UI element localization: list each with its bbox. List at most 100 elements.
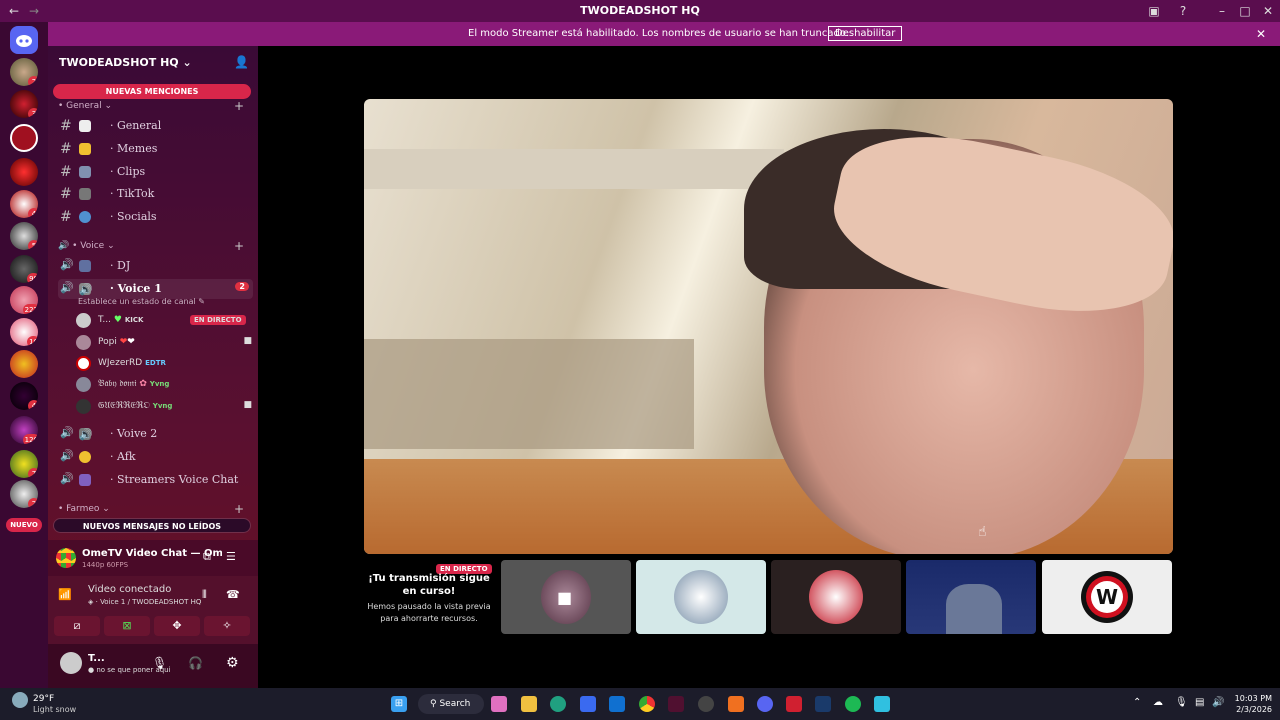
video-app-icon[interactable] xyxy=(786,696,802,712)
maximize-icon[interactable]: □ xyxy=(1237,3,1253,19)
voice-user-3[interactable]: WJezerRD EDTR xyxy=(76,355,252,373)
add-voice-channel-icon[interactable]: + xyxy=(234,239,244,253)
share-screen-button[interactable]: ⊠ xyxy=(104,616,150,636)
server-icon-3[interactable] xyxy=(10,124,38,152)
wall-shadow xyxy=(364,339,694,449)
copilot-icon[interactable] xyxy=(491,696,507,712)
artstation-icon[interactable] xyxy=(728,696,744,712)
server-icon-10[interactable] xyxy=(10,350,38,378)
cloud-icon[interactable]: ☁ xyxy=(1153,697,1163,708)
voice-channel-afk[interactable]: 🔊 · Afk xyxy=(58,447,253,467)
svg-text:W: W xyxy=(1096,585,1118,609)
weather-temp[interactable]: 29°F xyxy=(33,694,54,704)
new-unread-messages-pill[interactable]: NUEVOS MENSAJES NO LEÍDOS xyxy=(53,518,251,533)
channel-clips[interactable]: # · Clips xyxy=(58,162,253,182)
server-icon-13[interactable]: 7 xyxy=(10,450,38,478)
channel-status[interactable]: Establece un estado de canal ✎ xyxy=(78,297,205,306)
gear-icon[interactable]: ⚙ xyxy=(226,655,239,671)
voice-channel-voice1[interactable]: 🔊 🔊 · Voice 1 2 xyxy=(58,279,253,299)
windows-start-icon[interactable]: ⊞ xyxy=(391,696,407,712)
voice-channel-voive2[interactable]: 🔊 🔊 · Voive 2 xyxy=(58,424,253,444)
edge-icon[interactable] xyxy=(550,696,566,712)
app-icon[interactable] xyxy=(668,696,684,712)
volume-icon[interactable]: 🔊 xyxy=(1212,697,1224,708)
voice-user-4[interactable]: 𝔅𝔞𝔟𝔶 𝔡𝔬𝔪𝔦 ✿ Yvng xyxy=(76,376,252,394)
add-channel-icon[interactable]: + xyxy=(234,99,244,113)
clock-time[interactable]: 10:03 PM xyxy=(1232,694,1272,703)
voice-user-1[interactable]: T... ♥ KICK EN DIRECTO xyxy=(76,312,252,330)
channel-socials[interactable]: # · Socials xyxy=(58,207,253,227)
voice-channel-dj[interactable]: 🔊 · DJ xyxy=(58,256,253,276)
participant-tile-5[interactable]: W xyxy=(1042,560,1172,634)
title-bar: ← → TWODEADSHOT HQ ▣ ? – □ ✕ xyxy=(0,0,1280,22)
category-general[interactable]: • General ⌄ xyxy=(58,101,112,111)
soundboard-button[interactable]: ✧ xyxy=(204,616,250,636)
video-feed[interactable] xyxy=(364,99,1173,554)
channel-memes[interactable]: # · Memes xyxy=(58,139,253,159)
add-farmeo-channel-icon[interactable]: + xyxy=(234,502,244,516)
signal-icon[interactable]: 📶 xyxy=(58,588,72,601)
mic-tray-icon[interactable]: 🎙 xyxy=(1175,697,1188,708)
server-icon-6[interactable]: 5 xyxy=(10,222,38,250)
taskbar-search[interactable]: ⚲ Search xyxy=(418,694,484,714)
server-icon-12[interactable]: 126 xyxy=(10,416,38,444)
category-farmeo[interactable]: • Farmeo ⌄ xyxy=(58,504,110,514)
participant-tile-1[interactable]: ■ xyxy=(501,560,631,634)
participant-tile-3[interactable] xyxy=(771,560,901,634)
server-icon-14[interactable]: 2 xyxy=(10,480,38,508)
weather-desc[interactable]: Light snow xyxy=(33,705,76,714)
steam-icon[interactable] xyxy=(815,696,831,712)
participant-tile-2[interactable] xyxy=(636,560,766,634)
server-icon-8[interactable]: 222 xyxy=(10,286,38,314)
tray-chevron-icon[interactable]: ⌃ xyxy=(1133,697,1141,708)
noise-suppression-icon[interactable]: ⦀ xyxy=(202,588,207,602)
camera-off-button[interactable]: ⧄ xyxy=(54,616,100,636)
store-icon[interactable] xyxy=(580,696,596,712)
server-icon-7[interactable]: 98 xyxy=(10,255,38,283)
new-mentions-pill[interactable]: NUEVAS MENCIONES xyxy=(53,84,251,99)
avatar[interactable] xyxy=(60,652,82,674)
clock-date[interactable]: 2/3/2026 xyxy=(1232,705,1272,714)
settings-slider-icon[interactable]: ☰ xyxy=(226,550,236,563)
server-icon-1[interactable]: 2 xyxy=(10,58,38,86)
voice-user-5[interactable]: 𝔊𝔘𝔈ℜℜ𝔈ℜ𝔒 Yvng ■ xyxy=(76,398,252,416)
screen-share-icon[interactable]: ⧉ xyxy=(203,550,211,564)
server-icon-9[interactable]: 16 xyxy=(10,318,38,346)
activities-button[interactable]: ✥ xyxy=(154,616,200,636)
headphones-icon[interactable]: 🎧 xyxy=(188,656,203,670)
weather-icon[interactable] xyxy=(12,692,28,708)
obs-icon[interactable] xyxy=(698,696,714,712)
discord-icon[interactable] xyxy=(757,696,773,712)
discord-home-icon[interactable] xyxy=(10,26,38,54)
ceiling-beam xyxy=(364,149,784,189)
server-icon-2[interactable]: 3 xyxy=(10,90,38,118)
outlook-icon[interactable] xyxy=(609,696,625,712)
minimize-icon[interactable]: – xyxy=(1214,3,1230,19)
server-rail: 2 3 4 5 98 222 16 4 126 7 2 NUEVO xyxy=(0,22,48,688)
chrome-icon[interactable] xyxy=(639,696,655,712)
voice-channel-link[interactable]: ◈ · Voice 1 / TWODEADSHOT HQ xyxy=(88,598,201,606)
network-icon[interactable]: ▤ xyxy=(1195,697,1204,708)
inbox-icon[interactable]: ▣ xyxy=(1146,3,1162,19)
help-icon[interactable]: ? xyxy=(1175,3,1191,19)
voice-user-2[interactable]: Popi ❤❤ ■ xyxy=(76,334,252,352)
server-name[interactable]: TWODEADSHOT HQ ⌄ xyxy=(59,56,192,69)
close-icon[interactable]: ✕ xyxy=(1260,3,1276,19)
disconnect-icon[interactable]: ☎ xyxy=(226,588,240,601)
invite-icon[interactable]: 👤 xyxy=(234,55,249,69)
server-icon-5[interactable]: 4 xyxy=(10,190,38,218)
notepad-icon[interactable] xyxy=(874,696,890,712)
banner-close-icon[interactable]: ✕ xyxy=(1256,27,1266,41)
server-icon-11[interactable]: 4 xyxy=(10,382,38,410)
microphone-icon[interactable]: 🎙 xyxy=(152,656,167,670)
new-unread-pill[interactable]: NUEVO xyxy=(6,518,42,532)
channel-tiktok[interactable]: # · TikTok xyxy=(58,184,253,204)
server-icon-4[interactable] xyxy=(10,158,38,186)
file-explorer-icon[interactable] xyxy=(521,696,537,712)
voice-channel-streamers[interactable]: 🔊 · Streamers Voice Chat xyxy=(58,470,253,490)
participant-tile-4[interactable] xyxy=(906,560,1036,634)
category-voice[interactable]: 🔊 • Voice ⌄ xyxy=(58,241,115,251)
channel-general[interactable]: # · General xyxy=(58,116,253,136)
spotify-icon[interactable] xyxy=(845,696,861,712)
disable-streamer-button[interactable]: Deshabilitar xyxy=(828,26,903,41)
